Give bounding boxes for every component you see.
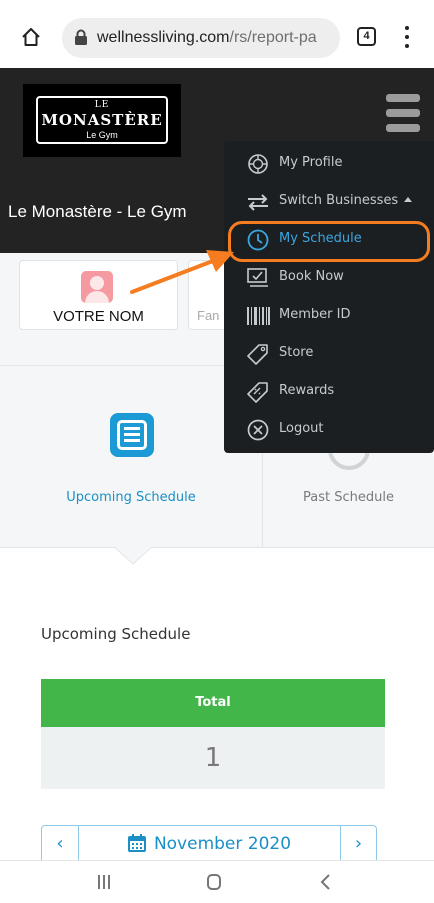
page: wellnessliving.com/rs/report-pa 4 LE MON… [0, 0, 434, 903]
calendar-icon [127, 834, 146, 852]
annotation-arrow-icon [130, 250, 234, 294]
menu-item-label: Member ID [279, 307, 351, 322]
home-icon[interactable] [21, 27, 41, 47]
tab-upcoming-schedule[interactable]: Upcoming Schedule [0, 490, 262, 505]
caret-up-icon [404, 197, 413, 202]
upcoming-schedule-icon[interactable] [110, 413, 154, 457]
rewards-icon [247, 382, 268, 403]
menu-item-logout[interactable]: Logout [224, 411, 434, 449]
tag-icon [247, 344, 268, 365]
tab-switcher-button[interactable]: 4 [357, 27, 376, 46]
browser-toolbar: wellnessliving.com/rs/report-pa 4 [0, 0, 434, 68]
prev-month-button[interactable]: ‹ [41, 825, 79, 860]
url-text[interactable]: wellnessliving.com/rs/report-pa [97, 28, 333, 48]
recent-apps-icon[interactable] [98, 875, 110, 889]
logo-sub-text: Le Gym [86, 130, 118, 140]
menu-item-label: Switch Businesses [279, 193, 413, 208]
switch-icon [248, 194, 268, 211]
next-month-button[interactable]: › [340, 825, 377, 860]
android-home-icon[interactable] [207, 874, 221, 890]
avatar [81, 271, 113, 303]
menu-item-rewards[interactable]: Rewards [224, 373, 434, 411]
menu-item-switch-businesses[interactable]: Switch Businesses [224, 183, 434, 221]
menu-item-label: My Profile [279, 155, 343, 170]
logo-top-text: LE [94, 100, 110, 110]
family-label: Fan [197, 308, 220, 323]
total-header: Total [41, 679, 385, 727]
url-path: /rs/report-pa [229, 29, 317, 46]
more-options-icon[interactable] [400, 26, 414, 48]
month-picker-button[interactable]: November 2020 [78, 825, 341, 860]
hamburger-menu-icon[interactable] [386, 94, 422, 138]
switch-businesses-label: Switch Businesses [279, 193, 399, 208]
profile-icon [248, 154, 268, 174]
menu-item-member-id[interactable]: Member ID [224, 297, 434, 335]
date-navigator: ‹ November 2020 › [41, 825, 377, 860]
android-nav-bar [0, 860, 434, 903]
tab-past-schedule[interactable]: Past Schedule [263, 490, 434, 505]
menu-item-label: Store [279, 345, 314, 360]
business-name: Le Monastère - Le Gym [8, 202, 187, 221]
lock-icon [75, 29, 87, 45]
month-label: November 2020 [153, 834, 292, 854]
menu-item-store[interactable]: Store [224, 335, 434, 373]
logo-frame: LE MONASTÈRE Le Gym [36, 96, 168, 144]
menu-item-book-now[interactable]: Book Now [224, 259, 434, 297]
address-bar[interactable]: wellnessliving.com/rs/report-pa [62, 18, 340, 58]
business-logo[interactable]: LE MONASTÈRE Le Gym [23, 84, 181, 157]
total-value: 1 [41, 727, 385, 789]
active-tab-pointer [113, 546, 153, 565]
barcode-icon [247, 307, 270, 325]
user-menu-dropdown: My Profile Switch Businesses My Schedule… [224, 141, 434, 453]
menu-item-label: Logout [279, 421, 324, 436]
menu-item-label: Rewards [279, 383, 335, 398]
menu-item-label: Book Now [279, 269, 344, 284]
book-icon [247, 268, 268, 287]
profile-name: VOTRE NOM [53, 308, 144, 325]
highlight-ring [228, 221, 430, 262]
logout-icon [247, 419, 269, 441]
logo-name-text: MONASTÈRE [41, 111, 163, 129]
url-host: wellnessliving.com [97, 29, 230, 46]
back-icon[interactable] [319, 874, 331, 890]
section-title: Upcoming Schedule [41, 625, 191, 643]
menu-item-my-profile[interactable]: My Profile [224, 145, 434, 183]
